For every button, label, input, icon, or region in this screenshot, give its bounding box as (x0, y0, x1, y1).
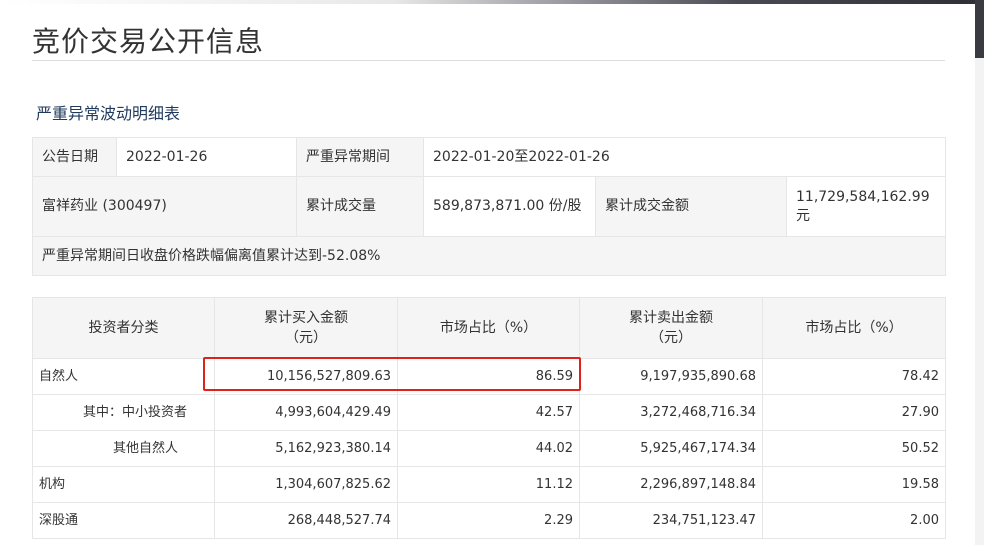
row-category: 自然人 (32, 358, 215, 395)
info-row-date: 公告日期 2022-01-26 严重异常期间 2022-01-20至2022-0… (32, 137, 947, 177)
row-buy-share: 42.57 (397, 394, 580, 431)
row-sell-amount: 5,925,467,174.34 (579, 430, 763, 467)
row-sell-share: 50.52 (762, 430, 946, 467)
period-value: 2022-01-20至2022-01-26 (422, 137, 947, 177)
section-subtitle: 严重异常波动明细表 (36, 104, 181, 123)
header-buy-amount-line1: 累计买入金额 (264, 310, 348, 326)
scrollbar-thumb[interactable] (975, 0, 984, 58)
header-sell-amount-line1: 累计卖出金额 (629, 310, 713, 326)
row-buy-share: 2.29 (397, 502, 580, 539)
row-sell-amount: 3,272,468,716.34 (579, 394, 763, 431)
info-row-volume: 富祥药业 (300497) 累计成交量 589,873,871.00 份/股 累… (32, 176, 947, 237)
row-buy-amount: 1,304,607,825.62 (214, 466, 398, 503)
table-row: 自然人 10,156,527,809.63 86.59 9,197,935,89… (32, 358, 946, 395)
header-sell-share: 市场占比（%） (762, 297, 946, 359)
table-header-row: 投资者分类 累计买入金额 （元） 市场占比（%） 累计卖出金额 （元） 市场占比… (32, 297, 946, 359)
row-buy-amount: 4,993,604,429.49 (214, 394, 398, 431)
investor-table: 投资者分类 累计买入金额 （元） 市场占比（%） 累计卖出金额 （元） 市场占比… (32, 297, 946, 539)
row-sell-share: 27.90 (762, 394, 946, 431)
row-buy-amount: 10,156,527,809.63 (214, 358, 398, 395)
header-sell-amount-line2: （元） (650, 330, 692, 346)
row-sell-amount: 2,296,897,148.84 (579, 466, 763, 503)
row-sell-amount: 234,751,123.47 (579, 502, 763, 539)
deviation-text: 严重异常期间日收盘价格跌幅偏离值累计达到-52.08% (31, 236, 947, 276)
scrollbar[interactable] (975, 0, 984, 545)
period-label: 严重异常期间 (296, 137, 424, 177)
row-category: 深股通 (32, 502, 215, 539)
stock-name: 富祥药业 (300497) (32, 176, 297, 237)
info-table: 公告日期 2022-01-26 严重异常期间 2022-01-20至2022-0… (31, 137, 947, 276)
header-sell-amount: 累计卖出金额 （元） (579, 297, 763, 359)
row-category: 机构 (32, 466, 215, 503)
amount-value: 11,729,584,162.99元 (785, 176, 947, 237)
row-sell-share: 2.00 (762, 502, 946, 539)
row-sell-share: 19.58 (762, 466, 946, 503)
announce-date-label: 公告日期 (32, 137, 117, 177)
title-divider (32, 60, 945, 61)
info-row-deviation: 严重异常期间日收盘价格跌幅偏离值累计达到-52.08% (31, 236, 947, 276)
header-buy-amount: 累计买入金额 （元） (214, 297, 398, 359)
row-buy-amount: 268,448,527.74 (214, 502, 398, 539)
row-buy-share: 44.02 (397, 430, 580, 467)
volume-label: 累计成交量 (296, 176, 424, 237)
row-buy-share: 86.59 (397, 358, 580, 395)
row-sell-amount: 9,197,935,890.68 (579, 358, 763, 395)
page-title: 竞价交易公开信息 (32, 25, 265, 58)
page: 竞价交易公开信息 严重异常波动明细表 公告日期 2022-01-26 严重异常期… (0, 0, 984, 545)
table-row: 机构 1,304,607,825.62 11.12 2,296,897,148.… (32, 466, 946, 503)
row-sell-share: 78.42 (762, 358, 946, 395)
table-row: 其中：中小投资者 4,993,604,429.49 42.57 3,272,46… (32, 394, 946, 431)
table-row: 其他自然人 5,162,923,380.14 44.02 5,925,467,1… (32, 430, 946, 467)
header-buy-share: 市场占比（%） (397, 297, 580, 359)
header-category: 投资者分类 (32, 297, 215, 359)
row-buy-share: 11.12 (397, 466, 580, 503)
table-row: 深股通 268,448,527.74 2.29 234,751,123.47 2… (32, 502, 946, 539)
row-buy-amount: 5,162,923,380.14 (214, 430, 398, 467)
volume-value: 589,873,871.00 份/股 (423, 176, 596, 237)
header-buy-amount-line2: （元） (285, 330, 327, 346)
amount-label: 累计成交金额 (595, 176, 787, 237)
top-strip (0, 0, 984, 4)
row-category: 其中：中小投资者 (32, 394, 215, 431)
row-category: 其他自然人 (32, 430, 215, 467)
announce-date-value: 2022-01-26 (116, 137, 297, 177)
